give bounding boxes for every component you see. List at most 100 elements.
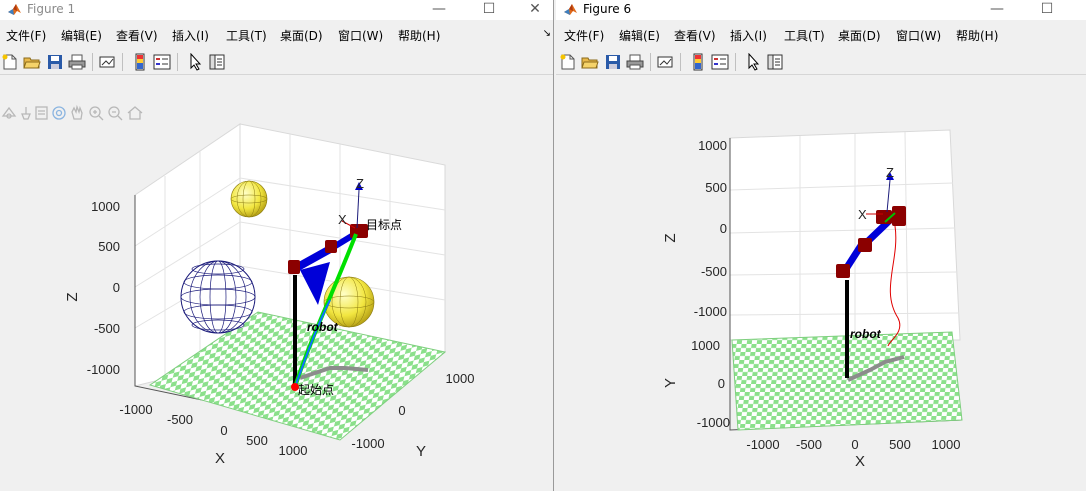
z-tick: -500 xyxy=(701,264,727,279)
menu-edit[interactable]: 编辑(E) xyxy=(619,27,660,44)
save-icon[interactable] xyxy=(604,53,622,71)
figure-toolbar xyxy=(0,50,553,75)
x-axis-label: X xyxy=(215,450,225,467)
frame-label-x: X xyxy=(338,212,347,227)
new-figure-icon[interactable] xyxy=(1,53,19,71)
menu-tools[interactable]: 工具(T) xyxy=(784,27,825,44)
z-axis-label: Z xyxy=(64,292,81,301)
y-tick: -1000 xyxy=(351,436,384,451)
x-tick: 500 xyxy=(889,437,911,452)
close-button[interactable]: ✕ xyxy=(512,0,553,20)
z-tick: 500 xyxy=(98,239,120,254)
y-tick: 0 xyxy=(718,376,725,391)
menu-bar: 文件(F) 编辑(E) 查看(V) 插入(I) 工具(T) 桌面(D) 窗口(W… xyxy=(556,22,1086,46)
menu-insert[interactable]: 插入(I) xyxy=(730,27,767,44)
colorbar-icon[interactable] xyxy=(131,53,149,71)
x-tick: -1000 xyxy=(119,402,152,417)
start-point-label: 起始点 xyxy=(298,383,334,397)
x-axis-label: X xyxy=(855,453,865,470)
zoom-out-icon[interactable] xyxy=(108,106,123,121)
window-title: Figure 1 xyxy=(27,2,76,16)
brush-icon[interactable] xyxy=(21,107,31,120)
x-tick: -1000 xyxy=(746,437,779,452)
x-tick: 1000 xyxy=(279,443,308,458)
menu-overflow-icon[interactable]: ↘ xyxy=(543,28,551,39)
menu-window[interactable]: 窗口(W) xyxy=(896,27,941,44)
save-icon[interactable] xyxy=(46,53,64,71)
y-tick: 1000 xyxy=(446,371,475,386)
menu-help[interactable]: 帮助(H) xyxy=(398,27,440,44)
link-plot-icon[interactable] xyxy=(656,53,674,71)
figure-1-window: Figure 1 — ☐ ✕ 文件(F) 编辑(E) 查看(V) 插入(I) 工… xyxy=(0,0,554,491)
toolbar-separator xyxy=(735,53,736,71)
toolbar-separator xyxy=(680,53,681,71)
z-tick: 1000 xyxy=(91,199,120,214)
y-axis-label: Y xyxy=(662,378,679,388)
property-inspector-icon[interactable] xyxy=(766,53,784,71)
data-tips-icon[interactable] xyxy=(1,106,17,119)
menu-bar: 文件(F) 编辑(E) 查看(V) 插入(I) 工具(T) 桌面(D) 窗口(W… xyxy=(0,22,553,46)
figure-6-window: Figure 6 — ☐ 文件(F) 编辑(E) 查看(V) 插入(I) 工具(… xyxy=(556,0,1086,491)
edit-plot-icon[interactable] xyxy=(186,52,204,71)
robot-name-label: robot xyxy=(850,327,882,341)
x-tick: 0 xyxy=(220,423,227,438)
title-bar: Figure 6 — ☐ xyxy=(556,0,1086,20)
obstacle-sphere-blue xyxy=(180,260,256,334)
colorbar-icon[interactable] xyxy=(689,53,707,71)
figure-toolbar xyxy=(556,50,1086,75)
link-plot-icon[interactable] xyxy=(98,53,116,71)
print-icon[interactable] xyxy=(626,53,644,71)
menu-view[interactable]: 查看(V) xyxy=(674,27,716,44)
pan-icon[interactable] xyxy=(71,104,83,120)
window-title: Figure 6 xyxy=(583,2,632,16)
toolbar-separator xyxy=(177,53,178,71)
menu-desktop[interactable]: 桌面(D) xyxy=(838,27,881,44)
zoom-in-icon[interactable] xyxy=(89,106,104,121)
z-tick: -1000 xyxy=(87,362,120,377)
maximize-button[interactable]: ☐ xyxy=(466,0,512,20)
matlab-logo-icon xyxy=(8,4,21,15)
axes-3d-plot[interactable]: Z X robot 1000 500 0 -500 -1000 Z 1000 0… xyxy=(556,76,1086,491)
property-inspector-icon[interactable] xyxy=(208,53,226,71)
z-tick: 0 xyxy=(720,221,727,236)
frame-label-x: X xyxy=(858,207,867,222)
minimize-button[interactable]: — xyxy=(416,0,462,20)
y-tick: -1000 xyxy=(697,415,730,430)
menu-edit[interactable]: 编辑(E) xyxy=(61,27,102,44)
legend-icon[interactable] xyxy=(711,53,729,71)
matlab-logo-icon xyxy=(564,4,577,15)
open-file-icon[interactable] xyxy=(23,53,41,71)
menu-view[interactable]: 查看(V) xyxy=(116,27,158,44)
axes-3d-plot[interactable]: Z X 目标点 起始点 robot 1000 500 0 -500 -1000 … xyxy=(0,76,554,491)
edit-plot-icon[interactable] xyxy=(744,52,762,71)
menu-window[interactable]: 窗口(W) xyxy=(338,27,383,44)
home-icon[interactable] xyxy=(127,106,143,120)
x-tick: -500 xyxy=(167,412,193,427)
toolbar-separator xyxy=(650,53,651,71)
frame-label-z: Z xyxy=(356,176,364,191)
print-icon[interactable] xyxy=(68,53,86,71)
robot-name-label: robot xyxy=(307,320,339,334)
menu-help[interactable]: 帮助(H) xyxy=(956,27,998,44)
menu-desktop[interactable]: 桌面(D) xyxy=(280,27,323,44)
obstacle-sphere-yellow-top xyxy=(230,180,268,218)
rotate-3d-icon[interactable] xyxy=(52,106,66,120)
z-tick: 1000 xyxy=(698,138,727,153)
menu-tools[interactable]: 工具(T) xyxy=(226,27,267,44)
z-tick: -1000 xyxy=(694,304,727,319)
minimize-button[interactable]: — xyxy=(974,0,1020,20)
figure-6-canvas[interactable]: Z X robot 1000 500 0 -500 -1000 Z 1000 0… xyxy=(556,76,1086,491)
legend-icon[interactable] xyxy=(153,53,171,71)
maximize-button[interactable]: ☐ xyxy=(1024,0,1070,20)
open-file-icon[interactable] xyxy=(581,53,599,71)
menu-file[interactable]: 文件(F) xyxy=(564,27,604,44)
menu-insert[interactable]: 插入(I) xyxy=(172,27,209,44)
menu-file[interactable]: 文件(F) xyxy=(6,27,46,44)
new-figure-icon[interactable] xyxy=(559,53,577,71)
x-tick: 1000 xyxy=(932,437,961,452)
y-axis-label: Y xyxy=(416,443,426,460)
figure-1-canvas[interactable]: Z X 目标点 起始点 robot 1000 500 0 -500 -1000 … xyxy=(0,76,553,491)
y-tick: 1000 xyxy=(691,338,720,353)
export-icon[interactable] xyxy=(35,106,48,120)
toolbar-separator xyxy=(122,53,123,71)
